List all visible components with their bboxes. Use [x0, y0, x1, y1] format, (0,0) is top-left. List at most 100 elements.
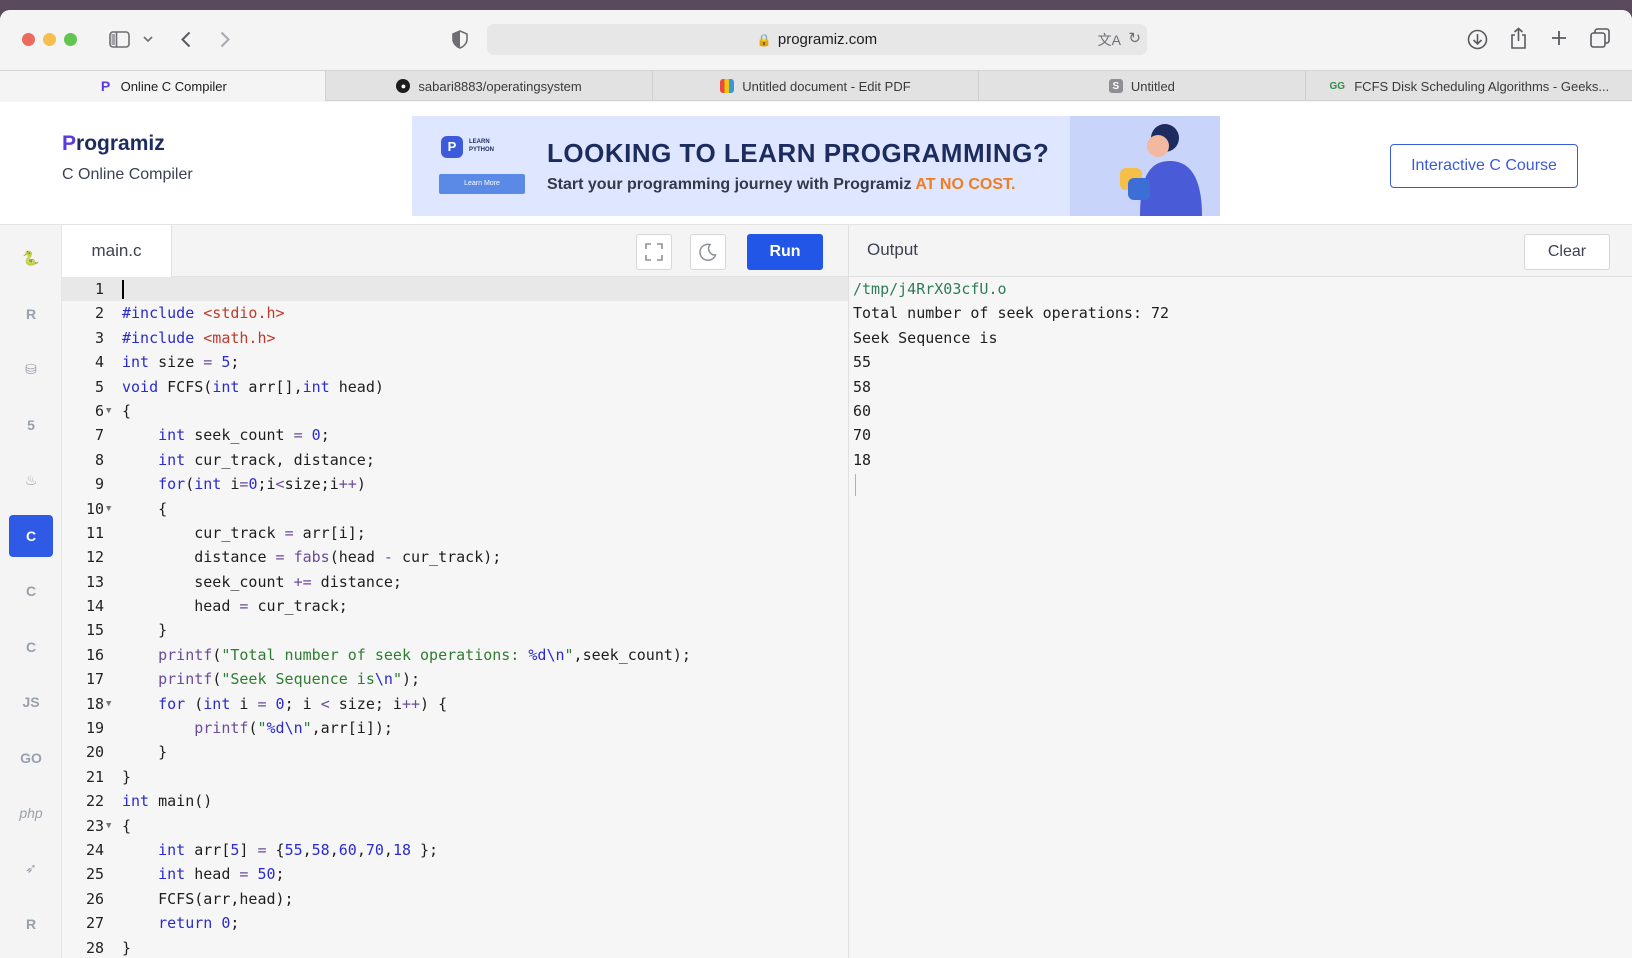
tab-label: FCFS Disk Scheduling Algorithms - Geeks.…: [1354, 78, 1610, 94]
code-line[interactable]: 10 ▼ {: [62, 497, 848, 521]
browser-window: 🔒 programiz.com 文A ↻ P Online C Compiler…: [0, 10, 1632, 958]
output-line: Seek Sequence is: [853, 328, 998, 347]
sql-icon[interactable]: ⛁: [9, 348, 53, 390]
code-line[interactable]: 21}: [62, 765, 848, 789]
new-tab-icon[interactable]: [1548, 27, 1570, 49]
pdf-editor-icon: [720, 79, 735, 93]
tab-github[interactable]: ● sabari8883/operatingsystem: [326, 71, 653, 101]
code-line[interactable]: 12 distance = fabs(head - cur_track);: [62, 545, 848, 569]
fold-arrow-icon[interactable]: ▼: [106, 692, 111, 716]
translate-icon[interactable]: 文A: [1098, 30, 1121, 50]
code-text: }: [122, 767, 132, 786]
minimize-window-button[interactable]: [43, 33, 56, 46]
code-line[interactable]: 8 int cur_track, distance;: [62, 448, 848, 472]
fold-arrow-icon[interactable]: ▼: [106, 814, 111, 838]
code-text: {: [122, 499, 168, 518]
code-editor[interactable]: 1 2 #include <stdio.h> 3 #include <math.h> 4 i…: [62, 277, 848, 958]
go-icon[interactable]: GO: [9, 737, 53, 779]
tab-label: Online C Compiler: [120, 78, 227, 94]
code-line[interactable]: 19 printf("%d\n",arr[i]);: [62, 716, 848, 740]
code-text: seek_count += distance;: [122, 572, 402, 591]
code-line[interactable]: 24 int arr[5] = {55,58,60,70,18 };: [62, 838, 848, 862]
reload-icon[interactable]: ↻: [1128, 29, 1141, 47]
interactive-course-button[interactable]: Interactive C Course: [1390, 144, 1578, 188]
code-line[interactable]: 14 head = cur_track;: [62, 594, 848, 618]
github-icon: ●: [396, 79, 411, 93]
zoom-window-button[interactable]: [64, 33, 77, 46]
code-line[interactable]: 1: [62, 277, 848, 302]
address-bar[interactable]: 🔒 programiz.com 文A ↻: [487, 24, 1147, 55]
code-line[interactable]: 3 #include <math.h>: [62, 326, 848, 350]
downloads-icon[interactable]: [1465, 27, 1489, 51]
code-line[interactable]: 4 int size = 5;: [62, 350, 848, 374]
code-line[interactable]: 18 ▼ for (int i = 0; i < size; i++) {: [62, 692, 848, 716]
code-text: printf("Seek Sequence is\n");: [158, 670, 421, 689]
code-text: }: [122, 938, 132, 957]
tab-label: Untitled: [1130, 78, 1175, 94]
code-line[interactable]: 6 ▼ {: [62, 399, 848, 423]
run-button[interactable]: Run: [747, 234, 823, 270]
code-line[interactable]: 13 seek_count += distance;: [62, 570, 848, 594]
code-line[interactable]: 25 int head = 50;: [62, 862, 848, 886]
code-line[interactable]: 11 cur_track = arr[i];: [62, 521, 848, 545]
clear-button[interactable]: Clear: [1524, 234, 1610, 270]
output-line: 18: [853, 450, 872, 469]
back-icon[interactable]: [176, 28, 196, 50]
code-line[interactable]: 9 for(int i=0;i<size;i++): [62, 472, 848, 496]
code-line[interactable]: 22 int main(): [62, 789, 848, 813]
html-icon[interactable]: 5: [9, 404, 53, 446]
sidebar-toggle-icon[interactable]: [108, 28, 130, 50]
output-console[interactable]: /tmp/j4RrX03cfU.o Total number of seek op…: [848, 277, 1632, 958]
ad-banner[interactable]: P LEARN PYTHON Learn More LOOKING TO LEA…: [412, 116, 1220, 216]
swift-icon[interactable]: ➶: [9, 848, 53, 890]
code-line[interactable]: 28}: [62, 936, 848, 958]
line-number: 10: [85, 499, 104, 518]
tab-untitled[interactable]: S Untitled: [979, 71, 1306, 101]
line-number: 12: [85, 548, 104, 567]
code-text: [122, 277, 124, 301]
code-line[interactable]: 23 ▼ {: [62, 814, 848, 838]
java-icon[interactable]: ♨: [9, 459, 53, 501]
privacy-shield-icon[interactable]: [450, 28, 470, 50]
forward-icon[interactable]: [215, 28, 235, 50]
code-line[interactable]: 7 int seek_count = 0;: [62, 423, 848, 447]
rust-icon[interactable]: R: [9, 903, 53, 945]
line-number: 25: [85, 865, 104, 884]
close-window-button[interactable]: [22, 33, 35, 46]
editor-header: main.c Run: [62, 225, 848, 277]
fold-arrow-icon[interactable]: ▼: [106, 399, 111, 423]
code-line[interactable]: 27 return 0;: [62, 911, 848, 935]
code-line[interactable]: 2 #include <stdio.h>: [62, 301, 848, 325]
line-number: 11: [85, 523, 104, 542]
code-line[interactable]: 5 void FCFS(int arr[],int head): [62, 375, 848, 399]
r-lang-icon[interactable]: R: [9, 293, 53, 335]
fullscreen-icon[interactable]: [636, 234, 672, 270]
code-text: int cur_track, distance;: [158, 450, 375, 469]
tab-edit-pdf[interactable]: Untitled document - Edit PDF: [653, 71, 980, 101]
tab-geeksforgeeks[interactable]: GG FCFS Disk Scheduling Algorithms - Gee…: [1306, 71, 1632, 101]
learn-more-button[interactable]: Learn More: [439, 174, 525, 194]
tab-online-c-compiler[interactable]: P Online C Compiler: [0, 71, 327, 101]
output-line: 60: [853, 401, 872, 420]
code-line[interactable]: 20 }: [62, 740, 848, 764]
javascript-icon[interactable]: JS: [9, 681, 53, 723]
language-sidebar: 🐍 R ⛁ 5 ♨ C C C JS GO php ➶ R: [0, 225, 62, 958]
python-icon[interactable]: 🐍: [9, 237, 53, 279]
code-line[interactable]: 15 }: [62, 618, 848, 642]
programiz-logo[interactable]: Programiz: [62, 132, 165, 156]
file-tab-main[interactable]: main.c: [62, 225, 172, 277]
code-line[interactable]: 17 printf("Seek Sequence is\n");: [62, 667, 848, 691]
code-text: printf("%d\n",arr[i]);: [194, 719, 393, 738]
code-line[interactable]: 26 FCFS(arr,head);: [62, 887, 848, 911]
cpp-icon[interactable]: C: [9, 570, 53, 612]
code-line[interactable]: 16 printf("Total number of seek operatio…: [62, 643, 848, 667]
banner-mini-card: P LEARN PYTHON Learn More: [439, 126, 525, 196]
share-icon[interactable]: [1507, 26, 1529, 50]
c-icon[interactable]: C: [9, 514, 53, 557]
tab-overview-icon[interactable]: [1589, 27, 1611, 49]
csharp-icon[interactable]: C: [9, 626, 53, 668]
fold-arrow-icon[interactable]: ▼: [106, 497, 111, 521]
chevron-down-icon[interactable]: [141, 32, 155, 46]
php-icon[interactable]: php: [9, 792, 53, 834]
dark-mode-icon[interactable]: [690, 234, 726, 270]
